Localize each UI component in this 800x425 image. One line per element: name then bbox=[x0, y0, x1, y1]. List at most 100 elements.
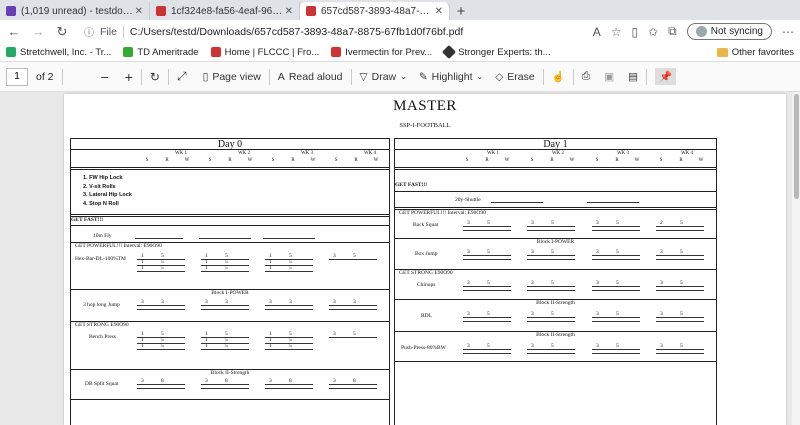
pdf-viewer: MASTER SSP-I-FOOTBALL Day 0 WK 1 WK 2 WK… bbox=[0, 92, 800, 425]
eraser-icon: ◇ bbox=[495, 70, 504, 83]
block-label: Block I-POWER bbox=[536, 239, 575, 245]
mail-icon bbox=[6, 6, 16, 16]
other-favorites-folder[interactable]: Other favorites bbox=[716, 47, 794, 58]
entry-line bbox=[527, 230, 575, 231]
entry-line bbox=[263, 238, 315, 239]
section-get-powerful: GET POWERFUL!!! Interval: E90O90 bbox=[399, 210, 486, 216]
divider bbox=[71, 399, 389, 400]
week-label: WK 3 bbox=[616, 151, 630, 156]
close-tab-icon[interactable]: ✕ bbox=[135, 6, 143, 17]
rotate-icon[interactable]: ↻ bbox=[150, 70, 160, 84]
draw-button[interactable]: ▽ Draw ⌄ bbox=[360, 71, 407, 83]
scrollbar-thumb[interactable] bbox=[794, 94, 799, 199]
collections-icon[interactable]: ⧉ bbox=[668, 24, 677, 39]
day-0-table: Day 0 WK 1 WK 2 WK 3 WK 4 S R W S R W S R W S R W 1… bbox=[70, 138, 390, 425]
highlight-button[interactable]: ✎ Highlight ⌄ bbox=[419, 71, 483, 83]
url-field[interactable]: ⓘ File C:/Users/testd/Downloads/657cd587… bbox=[78, 23, 585, 41]
entry-line bbox=[201, 271, 249, 272]
favorite-label: Ivermectin for Prev... bbox=[345, 46, 433, 58]
entry-line bbox=[527, 255, 575, 256]
sync-label: Not syncing bbox=[710, 26, 763, 37]
info-icon: ⓘ bbox=[84, 28, 94, 39]
sync-button[interactable]: Not syncing bbox=[686, 23, 772, 40]
favicon-icon bbox=[123, 47, 134, 57]
print-icon[interactable]: ⎙ bbox=[582, 70, 590, 83]
favorites-icon[interactable]: ✩ bbox=[648, 25, 658, 39]
forward-icon[interactable]: → bbox=[30, 24, 46, 39]
erase-button[interactable]: ◇ Erase bbox=[495, 71, 535, 83]
entry-line bbox=[137, 305, 185, 306]
new-tab-button[interactable]: + bbox=[450, 2, 472, 20]
vertical-scrollbar[interactable] bbox=[792, 92, 800, 425]
srw-header: S bbox=[334, 158, 338, 163]
favorite-star-icon[interactable]: ☆ bbox=[611, 25, 622, 39]
warmup-item: 4. Stop N Roll bbox=[83, 200, 119, 207]
entry-line bbox=[527, 286, 575, 287]
save-icon[interactable]: ▣ bbox=[604, 71, 614, 83]
pdf-page: MASTER SSP-I-FOOTBALL Day 0 WK 1 WK 2 WK… bbox=[64, 94, 786, 425]
week-label: WK 3 bbox=[300, 151, 314, 156]
browser-tab-mail[interactable]: (1,019 unread) - testdog_1@yah ✕ bbox=[0, 2, 150, 20]
split-screen-icon[interactable]: ▯ bbox=[632, 25, 639, 39]
favorite-item-stronger-experts[interactable]: Stronger Experts: th... bbox=[442, 44, 551, 60]
pin-toolbar-icon[interactable]: 📌 bbox=[655, 68, 677, 85]
favorite-item-flccc[interactable]: Home | FLCCC | Fro... bbox=[210, 47, 319, 58]
zoom-in-button[interactable]: + bbox=[125, 69, 133, 85]
read-aloud-icon[interactable]: A bbox=[593, 25, 601, 39]
touch-icon[interactable]: ☝ bbox=[552, 70, 565, 83]
save-as-icon[interactable]: ▤ bbox=[628, 71, 638, 83]
srw-header: R bbox=[291, 158, 295, 163]
browser-tab-pdf-1[interactable]: 1cf324e8-fa56-4eaf-9649-00f38 ✕ bbox=[150, 2, 300, 20]
favorite-item-stretchwell[interactable]: Stretchwell, Inc. - Tr... bbox=[6, 47, 111, 58]
reload-icon[interactable]: ↻ bbox=[54, 24, 70, 40]
close-tab-icon[interactable]: ✕ bbox=[435, 6, 443, 17]
entry-line bbox=[527, 317, 575, 318]
entry-line bbox=[463, 321, 511, 322]
srw-header: W bbox=[247, 158, 253, 163]
fit-page-icon[interactable]: ⤢ bbox=[177, 69, 187, 84]
entry-line bbox=[592, 353, 640, 354]
divider bbox=[71, 214, 389, 215]
entry-line bbox=[592, 349, 640, 350]
entry-line bbox=[265, 388, 313, 389]
chevron-down-icon[interactable]: ⌄ bbox=[477, 72, 484, 81]
more-icon[interactable]: ⋯ bbox=[782, 25, 794, 39]
entry-line bbox=[656, 321, 704, 322]
srw-header: R bbox=[165, 158, 169, 163]
entry-line bbox=[463, 353, 511, 354]
entry-line bbox=[201, 349, 249, 350]
entry-line bbox=[592, 286, 640, 287]
divider bbox=[71, 167, 389, 168]
back-icon[interactable]: ← bbox=[6, 24, 22, 39]
srw-header: W bbox=[373, 158, 379, 163]
address-scheme-label: File bbox=[100, 25, 124, 38]
favicon-icon bbox=[331, 47, 342, 57]
read-aloud-button[interactable]: A Read aloud bbox=[278, 71, 343, 83]
favorite-label: Stretchwell, Inc. - Tr... bbox=[20, 46, 112, 58]
entry-line bbox=[329, 305, 377, 306]
favorites-bar: Stretchwell, Inc. - Tr... TD Ameritrade … bbox=[0, 43, 800, 62]
entry-line bbox=[656, 353, 704, 354]
address-bar: ← → ↻ ⓘ File C:/Users/testd/Downloads/65… bbox=[0, 20, 800, 43]
close-tab-icon[interactable]: ✕ bbox=[285, 6, 293, 17]
week-label: WK 4 bbox=[680, 151, 694, 156]
zoom-out-button[interactable]: − bbox=[101, 69, 109, 85]
browser-tab-pdf-2[interactable]: 657cd587-3893-48a7-8875-67fb ✕ bbox=[300, 2, 450, 20]
exercise-name: Push-Press-80%BW bbox=[401, 345, 446, 351]
tab-title: (1,019 unread) - testdog_1@yah bbox=[21, 5, 135, 17]
entry-line bbox=[656, 255, 704, 256]
exercise-name: Bench Press bbox=[89, 334, 117, 340]
srw-header: W bbox=[184, 158, 190, 163]
exercise-name: Back Squat bbox=[413, 222, 439, 228]
warmup-item: 1. FW Hip Lock bbox=[83, 175, 123, 181]
document-subtitle: SSP-I-FOOTBALL bbox=[399, 122, 451, 129]
srw-header: S bbox=[659, 158, 663, 163]
entry-line bbox=[201, 309, 249, 310]
block-label: Block II-Strength bbox=[536, 332, 575, 338]
page-number-input[interactable] bbox=[6, 67, 28, 86]
page-view-button[interactable]: ▯ Page view bbox=[203, 71, 261, 83]
favorite-item-ivermectin[interactable]: Ivermectin for Prev... bbox=[331, 47, 432, 58]
entry-line bbox=[592, 230, 640, 231]
chevron-down-icon[interactable]: ⌄ bbox=[400, 72, 407, 81]
favorite-item-td-ameritrade[interactable]: TD Ameritrade bbox=[123, 47, 199, 58]
